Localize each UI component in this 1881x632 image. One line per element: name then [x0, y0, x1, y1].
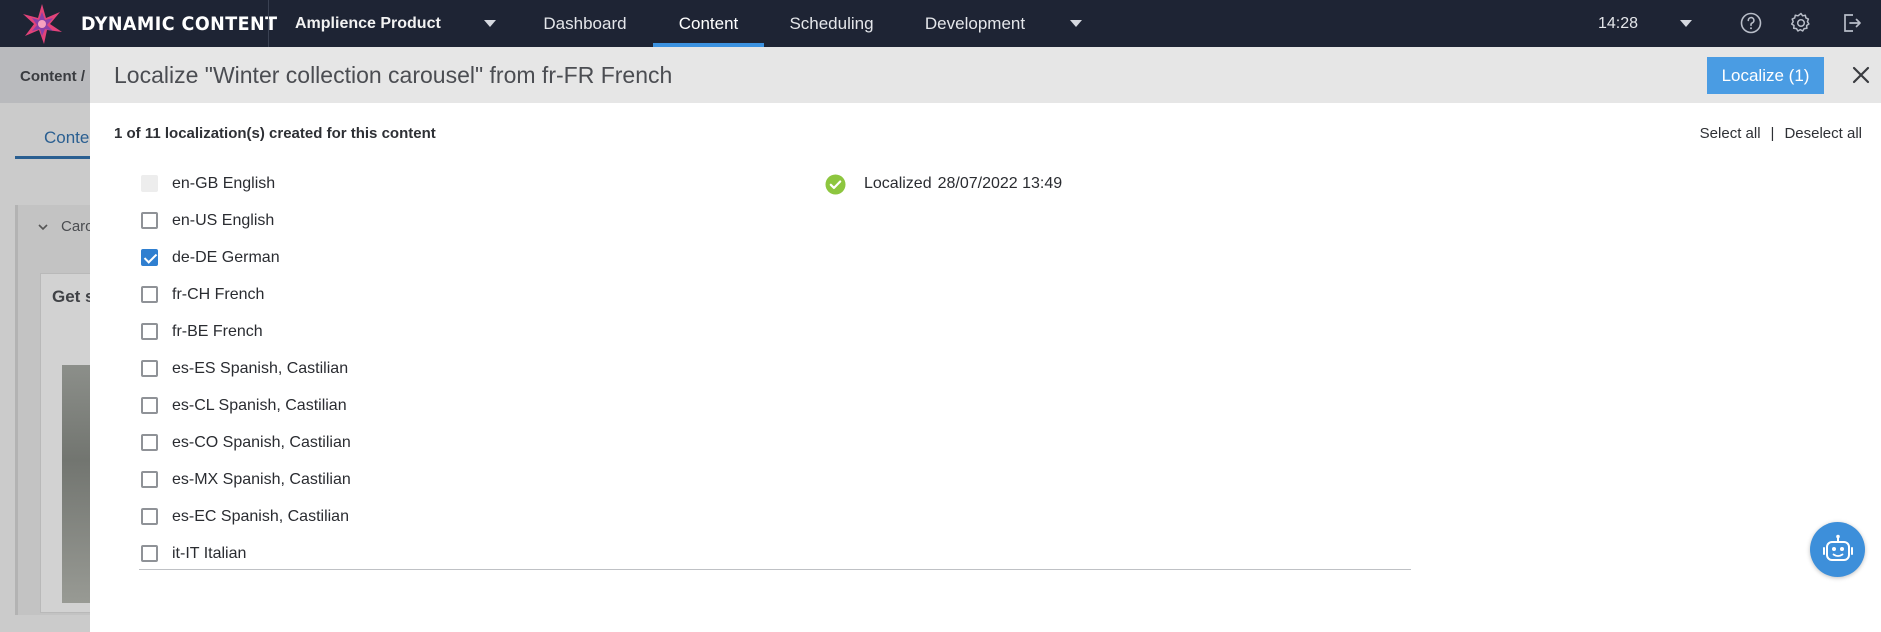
locale-checkbox[interactable]	[141, 545, 158, 562]
background-tab-indicator	[15, 156, 95, 159]
locale-label: en-US English	[172, 212, 275, 229]
logout-icon[interactable]	[1839, 11, 1863, 35]
locale-row-en-us[interactable]: en-US English	[90, 203, 1881, 240]
locale-label: fr-BE French	[172, 323, 263, 340]
locale-label: de-DE German	[172, 249, 280, 266]
chevron-down-icon[interactable]	[1680, 20, 1692, 27]
locale-checkbox[interactable]	[141, 360, 158, 377]
locale-label: es-MX Spanish, Castilian	[172, 471, 351, 488]
help-icon[interactable]	[1739, 11, 1763, 35]
background-section-label: Caro	[61, 218, 94, 235]
locale-checkbox	[141, 175, 158, 192]
locale-checkbox[interactable]	[141, 508, 158, 525]
top-navigation: DYNAMIC CONTENT Amplience Product Dashbo…	[0, 0, 1881, 47]
locale-row-es-cl[interactable]: es-CL Spanish, Castilian	[90, 388, 1881, 425]
locale-label: fr-CH French	[172, 286, 265, 303]
deselect-all-link[interactable]: Deselect all	[1784, 125, 1862, 142]
locale-checkbox[interactable]	[141, 286, 158, 303]
locale-label: es-ES Spanish, Castilian	[172, 360, 349, 377]
locale-row-de-de[interactable]: de-DE German	[90, 240, 1881, 277]
locale-checkbox[interactable]	[141, 249, 158, 266]
hub-selector[interactable]: Amplience Product	[295, 0, 496, 47]
clock: 14:28	[1598, 14, 1639, 32]
chevron-down-icon[interactable]	[1070, 20, 1082, 27]
app-logo[interactable]: DYNAMIC CONTENT	[20, 0, 295, 47]
breadcrumb: Content /	[20, 68, 85, 85]
chevron-down-icon	[484, 20, 496, 27]
locale-row-en-gb: en-GB English Localized 28/07/2022 13:49	[90, 166, 1881, 203]
tab-dashboard[interactable]: Dashboard	[525, 0, 645, 47]
locale-row-it-it[interactable]: it-IT Italian	[90, 536, 1881, 573]
locale-row-es-mx[interactable]: es-MX Spanish, Castilian	[90, 462, 1881, 499]
hub-name: Amplience Product	[295, 14, 441, 32]
logo-star-icon	[23, 3, 62, 44]
link-separator: |	[1770, 125, 1775, 142]
locale-checkbox[interactable]	[141, 397, 158, 414]
locale-row-es-es[interactable]: es-ES Spanish, Castilian	[90, 351, 1881, 388]
locale-label: en-GB English	[172, 175, 276, 192]
locale-label: es-CL Spanish, Castilian	[172, 397, 347, 414]
tab-scheduling[interactable]: Scheduling	[770, 0, 893, 47]
status-date: 28/07/2022 13:49	[937, 175, 1063, 192]
locale-row-es-ec[interactable]: es-EC Spanish, Castilian	[90, 499, 1881, 536]
background-card-title: Get s	[52, 287, 95, 306]
locale-checkbox[interactable]	[141, 471, 158, 488]
nav-divider	[268, 0, 269, 47]
select-all-link[interactable]: Select all	[1700, 125, 1761, 142]
locale-checkbox[interactable]	[141, 323, 158, 340]
localize-dialog: Localize "Winter collection carousel" fr…	[90, 47, 1881, 632]
brand-name: DYNAMIC CONTENT	[81, 12, 278, 35]
close-icon[interactable]	[1850, 64, 1872, 86]
background-tab: Conte	[44, 128, 90, 147]
locale-checkbox[interactable]	[141, 212, 158, 229]
locale-row-es-co[interactable]: es-CO Spanish, Castilian	[90, 425, 1881, 462]
chat-assistant-button[interactable]	[1810, 522, 1865, 577]
tab-development[interactable]: Development	[905, 0, 1045, 47]
localized-status: Localized 28/07/2022 13:49	[825, 173, 1062, 195]
dialog-header: Localize "Winter collection carousel" fr…	[90, 47, 1881, 103]
selection-links: Select all | Deselect all	[1700, 125, 1862, 142]
locale-label: it-IT Italian	[172, 545, 247, 562]
locale-label: es-CO Spanish, Castilian	[172, 434, 351, 451]
status-text: Localized	[864, 175, 932, 192]
localization-summary: 1 of 11 localization(s) created for this…	[114, 125, 436, 142]
list-divider	[139, 569, 1411, 570]
localize-button[interactable]: Localize (1)	[1707, 57, 1824, 94]
locale-row-fr-ch[interactable]: fr-CH French	[90, 277, 1881, 314]
locale-label: es-EC Spanish, Castilian	[172, 508, 349, 525]
gear-icon[interactable]	[1789, 11, 1813, 35]
tab-content[interactable]: Content	[653, 0, 764, 47]
chevron-down-icon	[38, 224, 48, 231]
robot-icon	[1822, 534, 1853, 561]
dialog-title: Localize "Winter collection carousel" fr…	[114, 62, 673, 88]
background-card-image	[62, 365, 92, 603]
locale-row-fr-be[interactable]: fr-BE French	[90, 314, 1881, 351]
locale-checkbox[interactable]	[141, 434, 158, 451]
check-circle-icon	[825, 174, 846, 194]
